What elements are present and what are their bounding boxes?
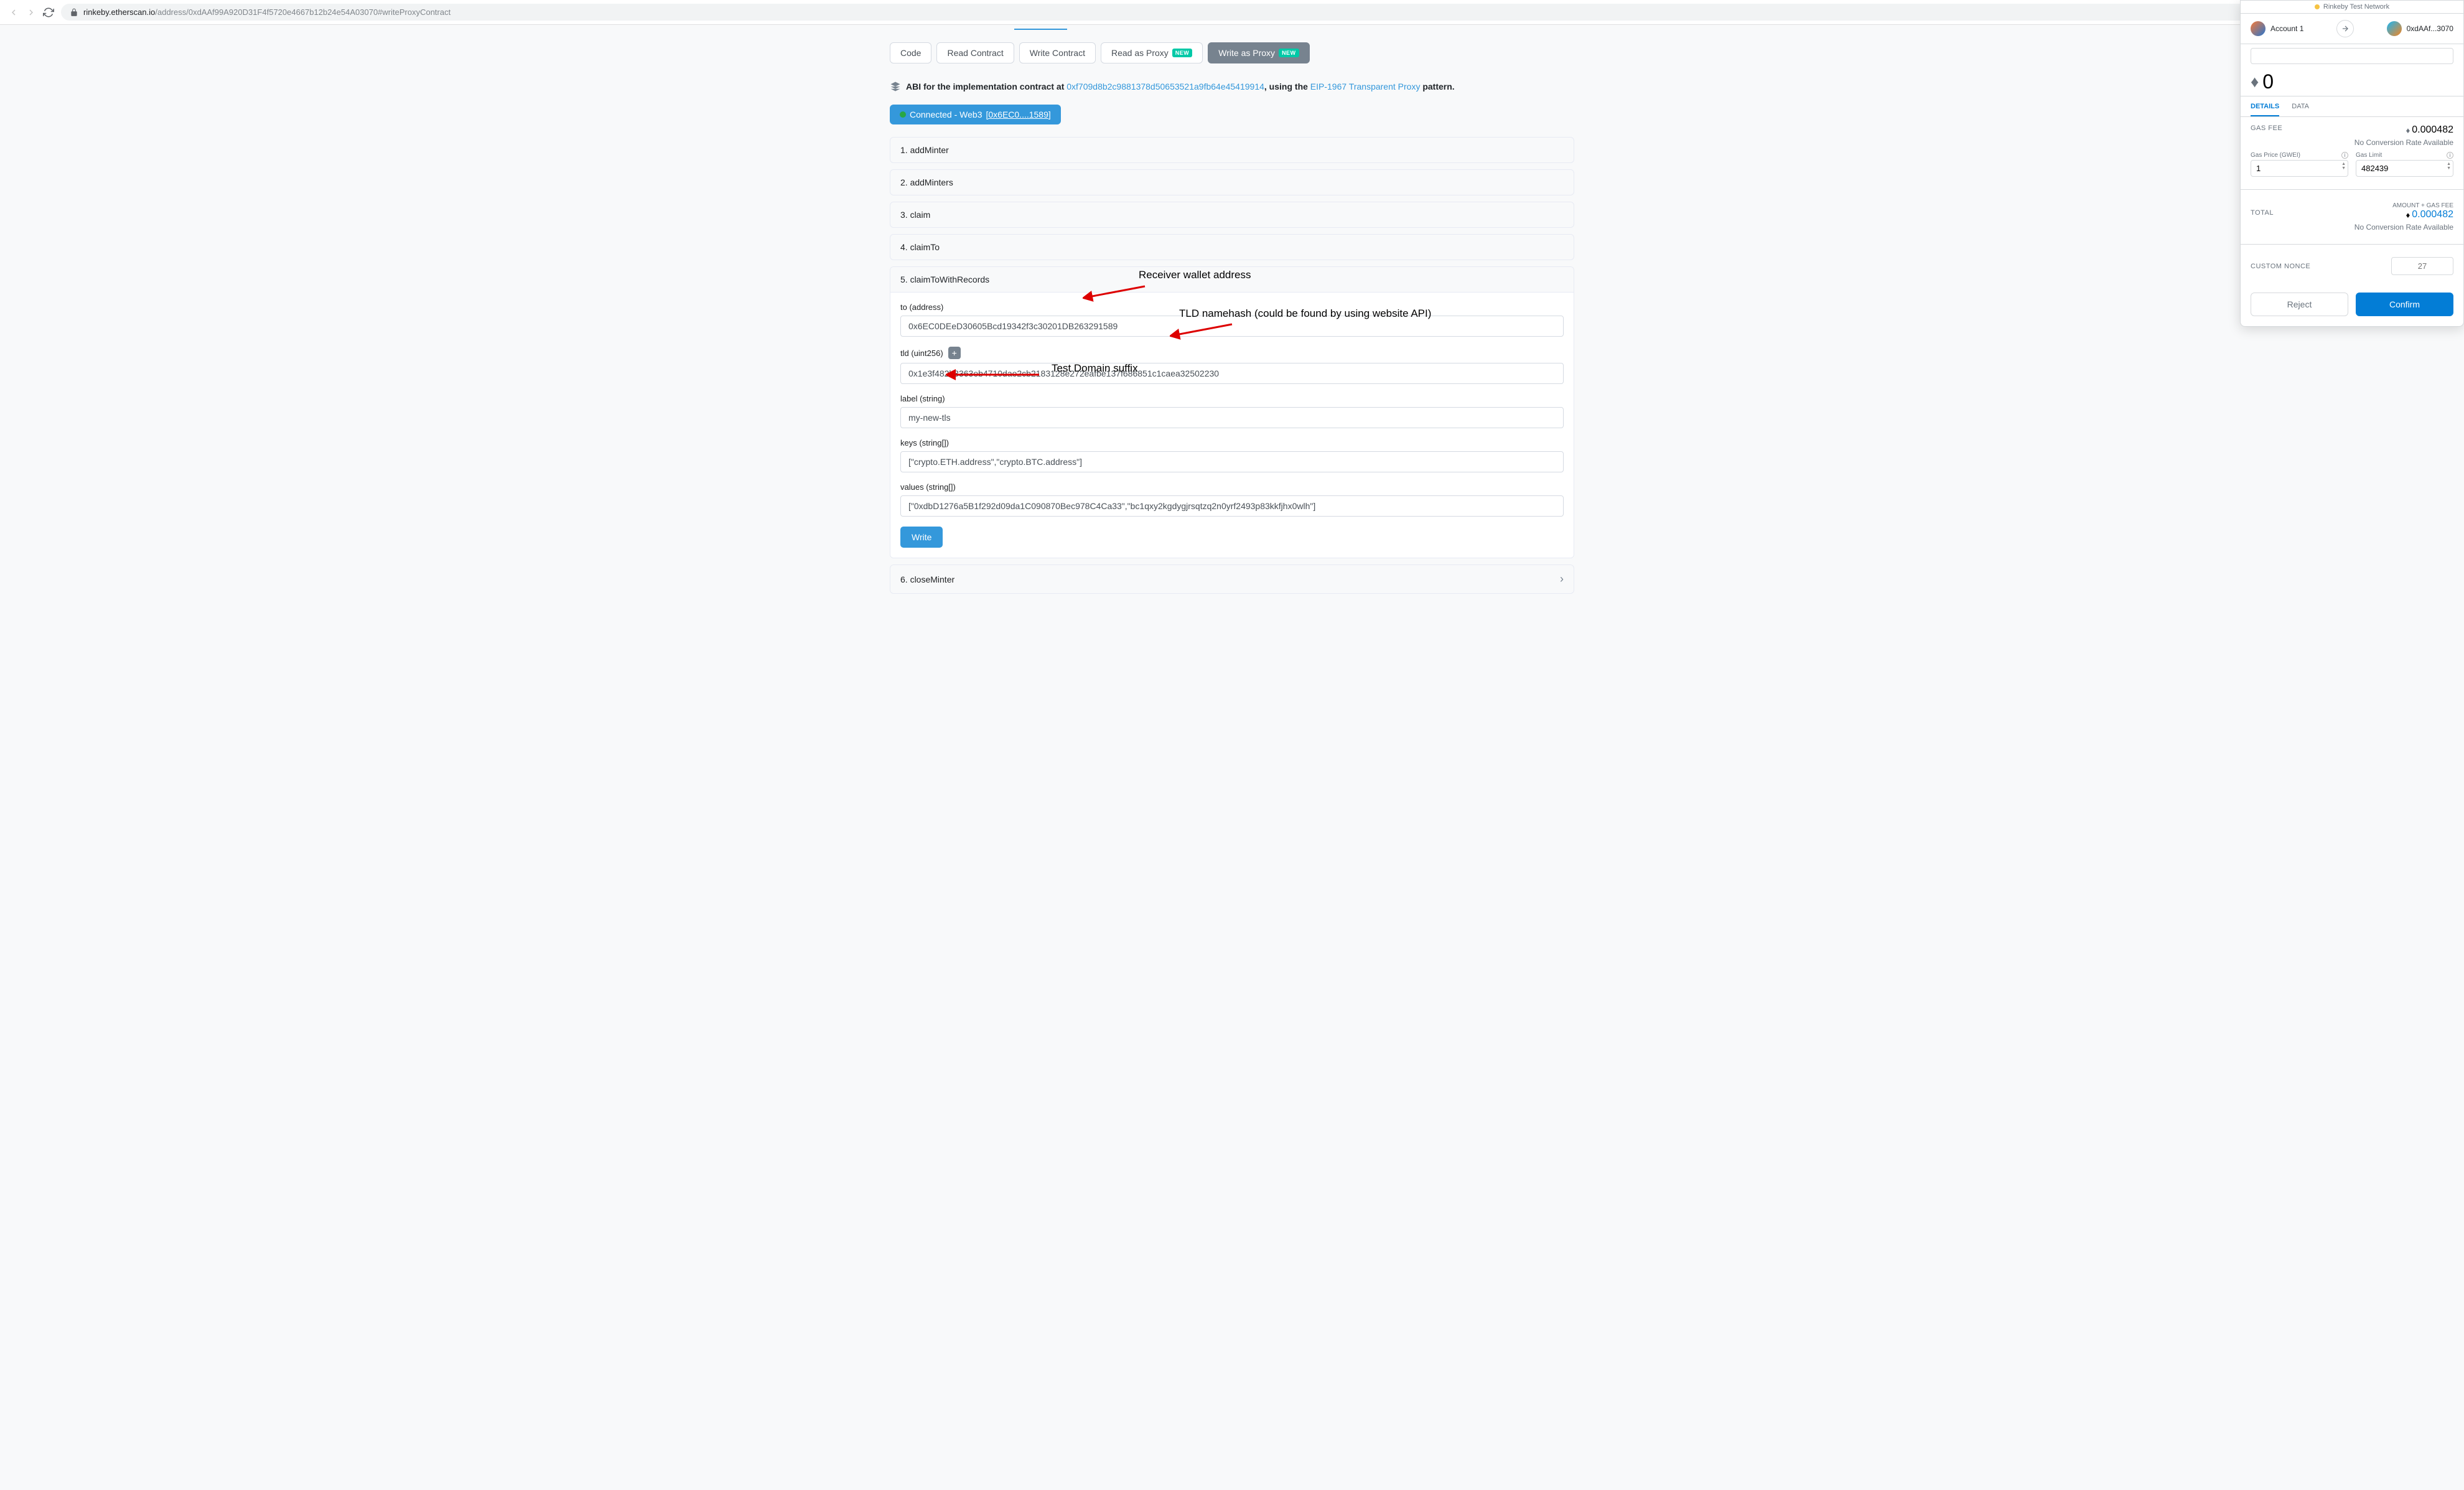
gas-price-input[interactable] <box>2251 160 2348 177</box>
fn-addminter[interactable]: 1. addMinter <box>890 137 1574 163</box>
main-content: Code Read Contract Write Contract Read a… <box>877 25 1587 625</box>
active-tab-indicator <box>1014 25 1067 30</box>
forward-button[interactable] <box>25 6 37 19</box>
fn-claim[interactable]: 3. claim <box>890 202 1574 228</box>
browser-chrome: rinkeby.etherscan.io/address/0xdAAf99A92… <box>0 0 2464 25</box>
amount-gas-label: AMOUNT + GAS FEE <box>2251 202 2453 209</box>
label-input[interactable] <box>900 407 1564 428</box>
fn-addminters[interactable]: 2. addMinters <box>890 169 1574 195</box>
impl-address-link[interactable]: 0xf709d8b2c9881378d50653521a9fb64e454199… <box>1066 82 1264 91</box>
mm-action-buttons: Reject Confirm <box>2241 285 2463 326</box>
tld-input[interactable] <box>900 363 1564 384</box>
abi-info: ABI for the implementation contract at 0… <box>890 81 1574 92</box>
eth-amount: ♦ 0 <box>2251 70 2453 93</box>
new-badge: NEW <box>1279 49 1299 57</box>
label-label: label (string) <box>900 394 1564 403</box>
gas-limit-label: Gas Limiti <box>2356 152 2453 159</box>
nav-arrows <box>7 6 55 19</box>
network-indicator[interactable]: Rinkeby Test Network <box>2241 1 2463 14</box>
tld-label: tld (uint256) + <box>900 347 1564 359</box>
nonce-input[interactable] <box>2391 257 2453 275</box>
total-value: ♦0.000482 <box>2406 209 2453 220</box>
connected-dot-icon <box>900 111 906 118</box>
stepper-icon[interactable]: ▲▼ <box>2447 162 2451 171</box>
gas-limit-input[interactable] <box>2356 160 2453 177</box>
hex-data-input[interactable] <box>2251 48 2453 64</box>
info-icon[interactable]: i <box>2447 152 2453 159</box>
fn-header[interactable]: 5. claimToWithRecords <box>890 267 1574 293</box>
keys-input[interactable] <box>900 451 1564 472</box>
tab-read-proxy-label: Read as Proxy <box>1111 48 1169 58</box>
url-bar[interactable]: rinkeby.etherscan.io/address/0xdAAf99A92… <box>61 4 2394 21</box>
mm-tabs: DETAILS DATA <box>2241 96 2463 117</box>
write-button[interactable]: Write <box>900 527 943 548</box>
metamask-popup: Rinkeby Test Network Account 1 0xdAAf...… <box>2240 0 2464 327</box>
no-rate-text: No Conversion Rate Available <box>2251 138 2453 147</box>
fn-claimto[interactable]: 4. claimTo <box>890 234 1574 260</box>
tab-data[interactable]: DATA <box>2292 103 2309 116</box>
total-section: AMOUNT + GAS FEE TOTAL ♦0.000482 No Conv… <box>2241 195 2463 239</box>
tab-details[interactable]: DETAILS <box>2251 103 2279 116</box>
to-account[interactable]: 0xdAAf...3070 <box>2387 21 2453 36</box>
keys-label: keys (string[]) <box>900 438 1564 447</box>
back-button[interactable] <box>7 6 20 19</box>
avatar-icon <box>2387 21 2402 36</box>
reload-button[interactable] <box>42 6 55 19</box>
layers-icon <box>890 81 901 92</box>
tab-write-proxy-label: Write as Proxy <box>1218 48 1275 58</box>
confirm-button[interactable]: Confirm <box>2356 293 2453 316</box>
values-input[interactable] <box>900 495 1564 517</box>
url-text: rinkeby.etherscan.io/address/0xdAAf99A92… <box>83 7 450 17</box>
from-account[interactable]: Account 1 <box>2251 21 2303 36</box>
info-icon[interactable]: i <box>2341 152 2348 159</box>
eth-icon: ♦ <box>2251 72 2259 91</box>
gas-price-label: Gas Price (GWEI)i <box>2251 152 2348 159</box>
total-label: TOTAL <box>2251 209 2274 217</box>
to-input[interactable] <box>900 316 1564 337</box>
to-label: to (address) <box>900 302 1564 312</box>
mm-header: Account 1 0xdAAf...3070 <box>2241 14 2463 44</box>
avatar-icon <box>2251 21 2266 36</box>
nonce-section: CUSTOM NONCE <box>2241 250 2463 285</box>
fn-claimtowithrecords: 5. claimToWithRecords to (address) tld (… <box>890 266 1574 558</box>
abi-prefix: ABI for the implementation contract at <box>906 82 1066 91</box>
network-dot-icon <box>2315 4 2320 9</box>
tab-read-contract[interactable]: Read Contract <box>936 42 1014 63</box>
values-label: values (string[]) <box>900 482 1564 492</box>
tab-read-proxy[interactable]: Read as Proxy NEW <box>1101 42 1203 63</box>
tab-code[interactable]: Code <box>890 42 931 63</box>
web3-address: [0x6EC0....1589] <box>986 110 1050 119</box>
gas-fee-value: ♦0.000482 <box>2406 124 2453 136</box>
tab-write-contract[interactable]: Write Contract <box>1019 42 1096 63</box>
mm-balance-section: ♦ 0 <box>2241 44 2463 96</box>
no-rate-text-2: No Conversion Rate Available <box>2251 223 2453 232</box>
reject-button[interactable]: Reject <box>2251 293 2348 316</box>
add-tld-button[interactable]: + <box>948 347 961 359</box>
nonce-label: CUSTOM NONCE <box>2251 263 2310 270</box>
gas-fee-label: GAS FEE <box>2251 124 2282 132</box>
web3-label: Connected - Web3 <box>910 110 982 119</box>
account-name: Account 1 <box>2270 24 2303 33</box>
abi-middle: , using the <box>1264 82 1310 91</box>
proxy-pattern-link[interactable]: EIP-1967 Transparent Proxy <box>1310 82 1421 91</box>
web3-status[interactable]: Connected - Web3 [0x6EC0....1589] <box>890 105 1061 124</box>
abi-suffix: pattern. <box>1420 82 1454 91</box>
gas-section: GAS FEE ♦0.000482 No Conversion Rate Ava… <box>2241 117 2463 184</box>
arrow-right-icon <box>2336 20 2354 37</box>
lock-icon <box>70 8 78 17</box>
tab-write-proxy[interactable]: Write as Proxy NEW <box>1208 42 1309 63</box>
to-address: 0xdAAf...3070 <box>2407 24 2453 33</box>
new-badge: NEW <box>1172 49 1193 57</box>
stepper-icon[interactable]: ▲▼ <box>2341 162 2346 171</box>
contract-tabs: Code Read Contract Write Contract Read a… <box>890 42 1574 63</box>
chevron-right-icon: › <box>1560 573 1564 586</box>
fn-closeminter[interactable]: 6. closeMinter › <box>890 565 1574 594</box>
